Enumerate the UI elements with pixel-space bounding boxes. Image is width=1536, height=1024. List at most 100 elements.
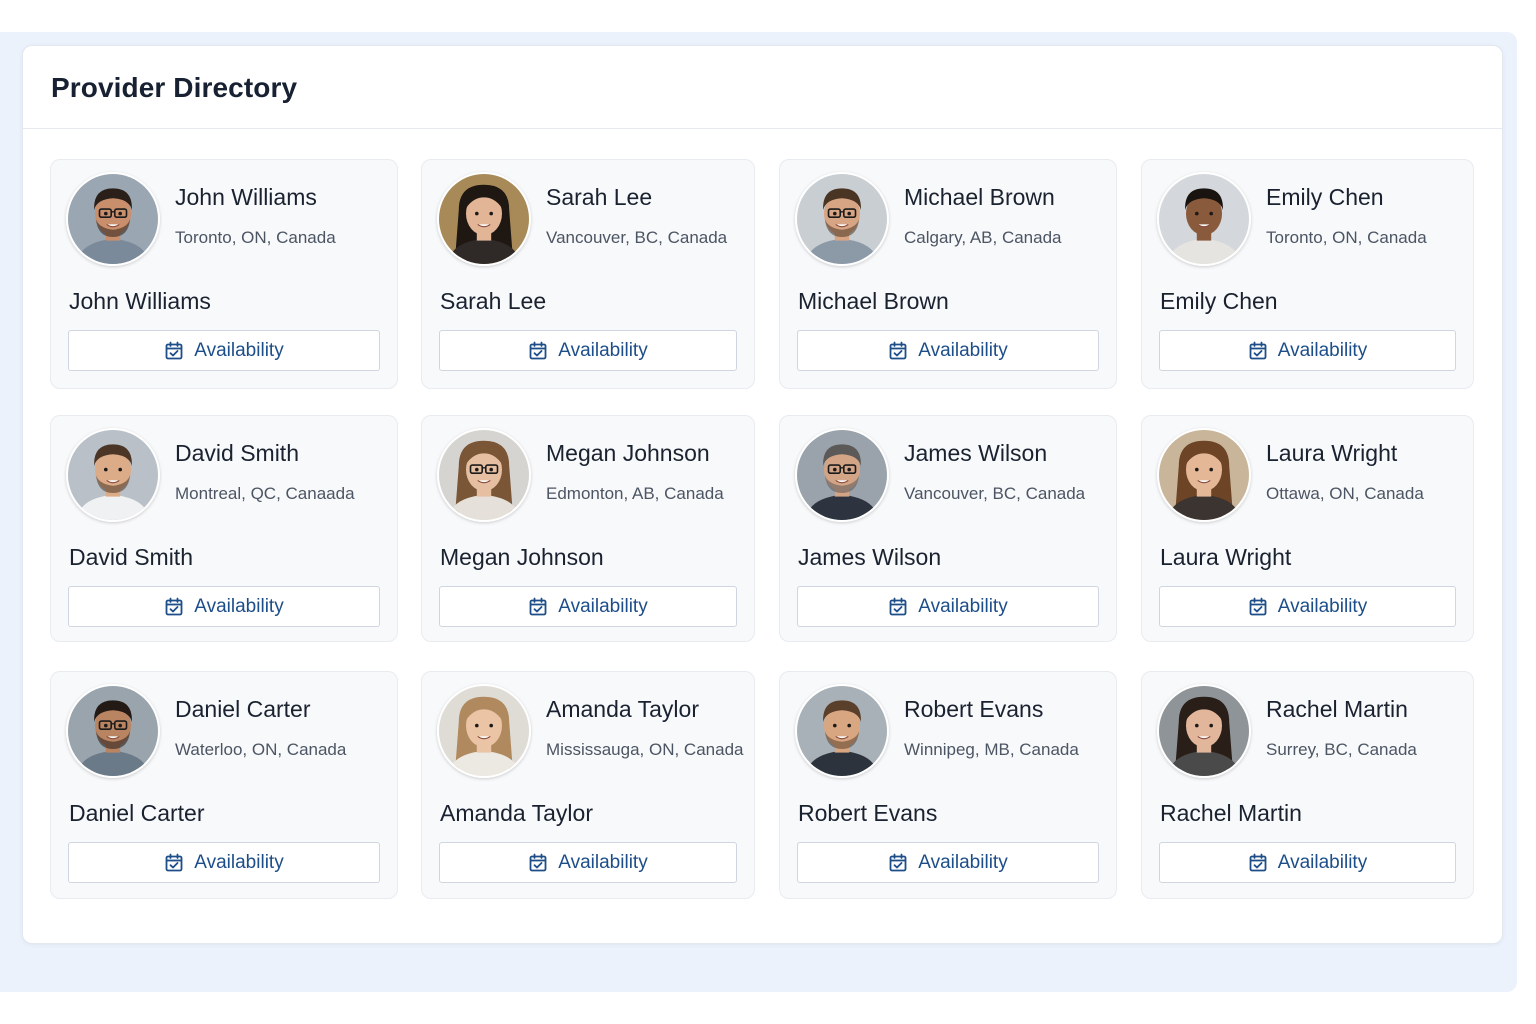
provider-location: Edmonton, AB, Canada [546,484,724,503]
availability-button[interactable]: Availability [1159,330,1456,371]
availability-button-label: Availability [918,339,1008,361]
availability-button-label: Availability [558,595,648,617]
page-title: Provider Directory [51,72,298,103]
provider-card: Robert Evans Winnipeg, MB, Canada Robert E… [779,671,1117,899]
provider-card: David Smith Montreal, QC, Canaada David Sm… [50,415,398,642]
provider-location: Ottawa, ON, Canada [1266,484,1424,503]
provider-card: Michael Brown Calgary, AB, Canada Michael … [779,159,1117,389]
availability-button-label: Availability [194,339,284,361]
avatar [66,172,160,266]
avatar [437,172,531,266]
provider-card: Amanda Taylor Mississauga, ON, Canada Aman… [421,671,755,899]
calendar-check-icon [889,853,907,871]
availability-button-label: Availability [1277,339,1368,361]
avatar-portrait [68,174,158,264]
avatar-portrait [797,174,887,264]
provider-card: Rachel Martin Surrey, BC, Canada Rachel Ma… [1141,671,1474,899]
availability-button[interactable]: Availability [68,330,380,371]
avatar [1157,428,1251,522]
provider-location: Winnipeg, MB, Canada [904,740,1079,759]
provider-name: Amanda Taylor [546,696,699,722]
provider-card: James Wilson Vancouver, BC, Canada James W… [779,415,1117,642]
provider-name-caption: James Wilson [798,544,942,570]
provider-name: Robert Evans [904,696,1044,722]
provider-name-caption: Amanda Taylor [440,800,593,826]
availability-button[interactable]: Availability [1159,586,1456,627]
provider-name: Daniel Carter [175,696,311,722]
provider-name-caption: Michael Brown [798,288,949,314]
provider-location: Calgary, AB, Canada [904,228,1062,247]
provider-name-caption: Laura Wright [1160,544,1292,570]
provider-location: Waterloo, ON, Canada [175,740,347,759]
availability-button[interactable]: Availability [797,330,1099,371]
panel-header: Provider Directory [23,46,1502,129]
avatar-portrait [439,430,529,520]
avatar-portrait [68,686,158,776]
avatar [795,172,889,266]
avatar-portrait [797,430,887,520]
availability-button-label: Availability [1277,851,1368,873]
avatar-portrait [439,686,529,776]
provider-name: Rachel Martin [1266,696,1408,722]
calendar-check-icon [529,341,547,359]
provider-card: Sarah Lee Vancouver, BC, Canada Sarah Lee A… [421,159,755,389]
availability-button[interactable]: Availability [439,586,737,627]
availability-button[interactable]: Availability [68,842,380,883]
provider-card: John Williams Toronto, ON, Canada John Wil… [50,159,398,389]
avatar [66,428,160,522]
availability-button-label: Availability [1277,595,1368,617]
avatar-portrait [1159,686,1249,776]
provider-location: Toronto, ON, Canada [1266,228,1427,247]
provider-card: Emily Chen Toronto, ON, Canada Emily Chen A… [1141,159,1474,389]
avatar [1157,684,1251,778]
avatar-portrait [439,174,529,264]
provider-name-caption: Rachel Martin [1160,800,1302,826]
calendar-check-icon [165,597,183,615]
availability-button[interactable]: Availability [797,842,1099,883]
avatar [795,684,889,778]
availability-button[interactable]: Availability [439,330,737,371]
availability-button[interactable]: Availability [1159,842,1456,883]
availability-button-label: Availability [194,595,284,617]
avatar [437,684,531,778]
provider-location: Vancouver, BC, Canada [904,484,1086,503]
provider-name: Michael Brown [904,184,1055,210]
availability-button-label: Availability [558,851,648,873]
provider-name: James Wilson [904,440,1048,466]
calendar-check-icon [889,597,907,615]
availability-button[interactable]: Availability [68,586,380,627]
provider-location: Vancouver, BC, Canada [546,228,728,247]
provider-name-caption: Megan Johnson [440,544,604,570]
avatar [66,684,160,778]
avatar [1157,172,1251,266]
avatar [437,428,531,522]
provider-name-caption: Robert Evans [798,800,938,826]
calendar-check-icon [165,853,183,871]
provider-name: John Williams [175,184,317,210]
availability-button-label: Availability [918,851,1008,873]
calendar-check-icon [1249,341,1267,359]
provider-name-caption: David Smith [69,544,193,570]
provider-name: Megan Johnson [546,440,710,466]
provider-card: Laura Wright Ottawa, ON, Canada Laura Wrig… [1141,415,1474,642]
avatar-portrait [1159,430,1249,520]
avatar [795,428,889,522]
avatar-portrait [1159,174,1249,264]
calendar-check-icon [529,597,547,615]
availability-button-label: Availability [558,339,648,361]
provider-name-caption: Daniel Carter [69,800,205,826]
avatar-portrait [68,430,158,520]
provider-name-caption: John Williams [69,288,211,314]
provider-card: Megan Johnson Edmonton, AB, Canada Megan J… [421,415,755,642]
calendar-check-icon [889,341,907,359]
avatar-portrait [797,686,887,776]
availability-button[interactable]: Availability [439,842,737,883]
provider-name: David Smith [175,440,299,466]
provider-name-caption: Emily Chen [1160,288,1278,314]
availability-button-label: Availability [194,851,284,873]
provider-location: Toronto, ON, Canada [175,228,336,247]
availability-button[interactable]: Availability [797,586,1099,627]
provider-location: Mississauga, ON, Canada [546,740,744,759]
provider-name: Sarah Lee [546,184,653,210]
calendar-check-icon [1249,597,1267,615]
